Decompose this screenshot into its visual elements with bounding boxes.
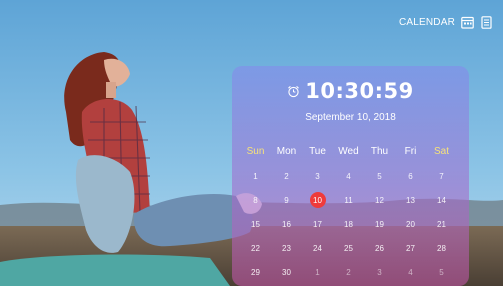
weekday-label: Fri xyxy=(404,146,417,157)
clock-time: 10:30:59 xyxy=(305,79,414,103)
calendar-day-number: 16 xyxy=(282,219,291,229)
calendar-day-number: 30 xyxy=(282,267,291,277)
calendar-day[interactable]: 25 xyxy=(333,236,364,260)
weekday-label: Sat xyxy=(433,146,449,157)
calendar-day[interactable]: 28 xyxy=(426,236,457,260)
calendar-day[interactable]: 29 xyxy=(240,260,271,284)
calendar-day[interactable]: 4 xyxy=(395,260,426,284)
calendar-day[interactable]: 14 xyxy=(426,188,457,212)
calendar-day-number: 23 xyxy=(282,243,291,253)
calendar-day-number: 2 xyxy=(284,171,289,181)
calendar-day-number: 18 xyxy=(344,219,353,229)
calendar-day-number: 28 xyxy=(437,243,446,253)
calendar-day-number: 17 xyxy=(313,219,322,229)
calendar-day-number: 5 xyxy=(439,267,444,277)
calendar-day[interactable]: 6 xyxy=(395,164,426,188)
calendar-grid-icon[interactable] xyxy=(461,16,474,29)
clock-row: 10:30:59 xyxy=(232,76,469,106)
calendar-day[interactable]: 19 xyxy=(364,212,395,236)
weekday-label: Wed xyxy=(338,146,359,157)
calendar-week-row: 8 9 10 11 12 13 14 xyxy=(240,188,457,212)
calendar-day[interactable]: 24 xyxy=(302,236,333,260)
calendar-day[interactable]: 3 xyxy=(302,164,333,188)
calendar-day[interactable]: 5 xyxy=(426,260,457,284)
calendar-day[interactable]: 1 xyxy=(240,164,271,188)
photo-frame-screen: CALENDAR 10:30:59 September 10, 2018 Sun… xyxy=(0,0,503,286)
calendar-day[interactable]: 21 xyxy=(426,212,457,236)
calendar-day-number: 9 xyxy=(284,195,289,205)
calendar-day[interactable]: 20 xyxy=(395,212,426,236)
weekday-label: Mon xyxy=(276,146,297,157)
calendar-day-number: 24 xyxy=(313,243,322,253)
calendar-day[interactable]: 26 xyxy=(364,236,395,260)
calendar-day-number: 25 xyxy=(344,243,353,253)
calendar-day-number: 3 xyxy=(377,267,382,277)
calendar-grid: 1 2 3 4 5 6 7 8 9 10 11 12 13 14 15 16 17 18 19 20 21 22 23 24 2… xyxy=(240,164,457,284)
calendar-day-number: 19 xyxy=(375,219,384,229)
calendar-day[interactable]: 23 xyxy=(271,236,302,260)
calendar-day-number: 6 xyxy=(408,171,413,181)
calendar-day-number: 14 xyxy=(437,195,446,205)
top-controls: CALENDAR xyxy=(399,12,493,32)
calendar-week-row: 29 30 1 2 3 4 5 xyxy=(240,260,457,284)
calendar-day[interactable]: 7 xyxy=(426,164,457,188)
current-date: September 10, 2018 xyxy=(305,112,396,123)
calendar-day[interactable]: 4 xyxy=(333,164,364,188)
calendar-day[interactable]: 11 xyxy=(333,188,364,212)
calendar-day[interactable]: 13 xyxy=(395,188,426,212)
calendar-day[interactable]: 2 xyxy=(333,260,364,284)
calendar-day[interactable]: 9 xyxy=(271,188,302,212)
weekday-label: Thu xyxy=(370,146,389,157)
alarm-icon xyxy=(287,85,300,98)
calendar-day-number: 10 xyxy=(309,192,326,208)
calendar-day-today[interactable]: 10 xyxy=(302,188,333,212)
calendar-day-number: 8 xyxy=(253,195,258,205)
calendar-day-number: 3 xyxy=(315,171,320,181)
clock-calendar-panel: 10:30:59 September 10, 2018 Sun Mon Tue Wed… xyxy=(232,66,469,286)
calendar-day[interactable]: 17 xyxy=(302,212,333,236)
calendar-day[interactable]: 3 xyxy=(364,260,395,284)
calendar-day-number: 4 xyxy=(346,171,351,181)
calendar-day[interactable]: 12 xyxy=(364,188,395,212)
calendar-day-number: 4 xyxy=(408,267,413,277)
calendar-day-number: 12 xyxy=(375,195,384,205)
calendar-week-row: 1 2 3 4 5 6 7 xyxy=(240,164,457,188)
calendar-day[interactable]: 18 xyxy=(333,212,364,236)
calendar-week-row: 15 16 17 18 19 20 21 xyxy=(240,212,457,236)
calendar-day-number: 26 xyxy=(375,243,384,253)
calendar-day-number: 7 xyxy=(439,171,444,181)
rotate-icon[interactable] xyxy=(480,15,493,29)
weekday-label: Sun xyxy=(246,146,265,157)
calendar-label[interactable]: CALENDAR xyxy=(399,17,455,28)
calendar-day[interactable]: 1 xyxy=(302,260,333,284)
calendar-day-number: 20 xyxy=(406,219,415,229)
calendar-week-row: 22 23 24 25 26 27 28 xyxy=(240,236,457,260)
calendar-day[interactable]: 30 xyxy=(271,260,302,284)
calendar-day-number: 29 xyxy=(251,267,260,277)
calendar-day-number: 1 xyxy=(315,267,320,277)
calendar-day-number: 22 xyxy=(251,243,260,253)
calendar-day-number: 15 xyxy=(251,219,260,229)
calendar-day-number: 5 xyxy=(377,171,382,181)
calendar-day-number: 11 xyxy=(344,195,353,205)
calendar-day-number: 13 xyxy=(406,195,415,205)
calendar-day[interactable]: 16 xyxy=(271,212,302,236)
calendar-day[interactable]: 22 xyxy=(240,236,271,260)
calendar-day-number: 1 xyxy=(253,171,258,181)
weekday-header: Sun Mon Tue Wed Thu Fri Sat xyxy=(240,146,457,157)
calendar-day[interactable]: 8 xyxy=(240,188,271,212)
calendar-day[interactable]: 2 xyxy=(271,164,302,188)
calendar-day-number: 21 xyxy=(437,219,446,229)
calendar-day[interactable]: 5 xyxy=(364,164,395,188)
calendar-day[interactable]: 27 xyxy=(395,236,426,260)
calendar-day[interactable]: 15 xyxy=(240,212,271,236)
calendar-day-number: 2 xyxy=(346,267,351,277)
weekday-label: Tue xyxy=(309,146,326,157)
calendar-day-number: 27 xyxy=(406,243,415,253)
